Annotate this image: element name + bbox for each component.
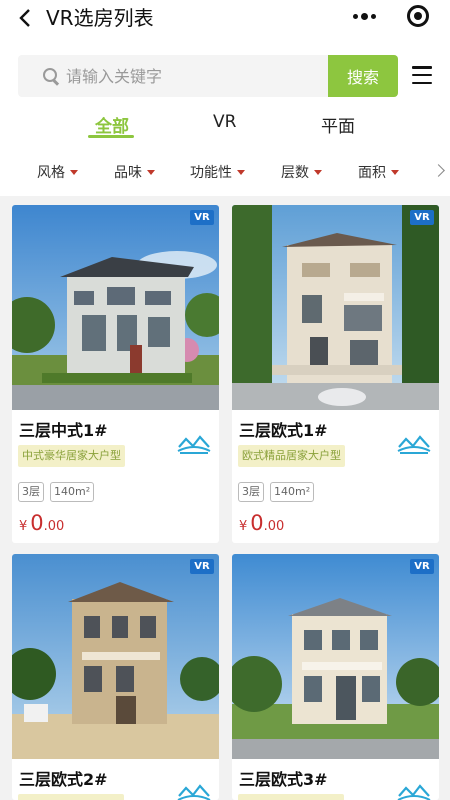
house-image: VR	[232, 205, 439, 410]
back-button[interactable]	[14, 6, 36, 30]
filter-area[interactable]: 面积	[358, 162, 399, 182]
more-button[interactable]	[342, 0, 386, 32]
tab-vr[interactable]: VR	[213, 112, 236, 132]
price-decimal: .00	[263, 519, 285, 534]
vr-badge: VR	[410, 559, 434, 574]
filter-label: 品味	[114, 165, 142, 181]
hamburger-icon	[412, 66, 432, 69]
house-card[interactable]: VR 三层欧式3#	[232, 554, 439, 800]
page-title: VR选房列表	[46, 6, 154, 30]
filter-bar: 风格 品味 功能性 层数 面积	[0, 162, 450, 186]
menu-button[interactable]	[412, 66, 432, 84]
price-decimal: .00	[43, 519, 65, 534]
area-chip: 140m²	[270, 482, 315, 502]
search-input[interactable]	[66, 66, 306, 86]
vr-badge: VR	[410, 210, 434, 225]
price-integer: 0	[250, 511, 264, 535]
brand-logo-icon	[397, 784, 431, 800]
house-card[interactable]: VR 三层中式1# 中式豪华居家大户型 3层 140m² ¥ 0 .00	[12, 205, 219, 543]
vr-badge: VR	[190, 210, 214, 225]
caret-down-icon	[391, 169, 399, 175]
caret-down-icon	[314, 169, 322, 175]
search-icon	[42, 67, 60, 85]
filter-style[interactable]: 风格	[37, 162, 78, 182]
brand-logo-icon	[177, 784, 211, 800]
filter-label: 风格	[37, 165, 65, 181]
filter-function[interactable]: 功能性	[190, 162, 245, 182]
caret-down-icon	[237, 169, 245, 175]
caret-down-icon	[70, 169, 78, 175]
house-image: VR	[12, 554, 219, 759]
filter-taste[interactable]: 品味	[114, 162, 155, 182]
house-title: 三层欧式2#	[19, 770, 108, 789]
search-bar: 搜索	[18, 55, 398, 97]
house-style-tag: 欧式精品居家大户型	[238, 445, 345, 467]
house-image: VR	[12, 205, 219, 410]
caret-down-icon	[147, 169, 155, 175]
area-chip: 140m²	[50, 482, 95, 502]
price: ¥ 0 .00	[239, 511, 284, 535]
chevron-left-icon	[19, 9, 30, 27]
capsule-menu	[342, 0, 440, 32]
tab-all[interactable]: 全部	[95, 112, 129, 137]
filter-label: 功能性	[190, 165, 232, 181]
house-style-tag	[238, 794, 344, 800]
brand-logo-icon	[177, 435, 211, 454]
house-title: 三层中式1#	[19, 421, 108, 440]
house-style-tag	[18, 794, 124, 800]
tab-plan[interactable]: 平面	[321, 112, 355, 137]
filter-floors[interactable]: 层数	[281, 162, 322, 182]
house-card[interactable]: VR 三层欧式1# 欧式精品居家大户型 3层 140m² ¥ 0 .00	[232, 205, 439, 543]
house-title: 三层欧式3#	[239, 770, 328, 789]
brand-logo-icon	[397, 435, 431, 454]
nav-bar: VR选房列表	[0, 0, 450, 36]
filter-label: 面积	[358, 165, 386, 181]
filter-label: 层数	[281, 165, 309, 181]
house-image: VR	[232, 554, 439, 759]
price-integer: 0	[30, 511, 44, 535]
close-miniprogram-button[interactable]	[396, 0, 440, 32]
search-button[interactable]: 搜索	[328, 55, 398, 97]
search-field[interactable]	[18, 55, 328, 97]
house-title: 三层欧式1#	[239, 421, 328, 440]
house-style-tag: 中式豪华居家大户型	[18, 445, 125, 467]
more-dots-icon	[352, 12, 376, 20]
price-currency: ¥	[239, 519, 248, 534]
price-currency: ¥	[19, 519, 28, 534]
tab-bar: 全部 VR 平面	[0, 112, 450, 142]
vr-badge: VR	[190, 559, 214, 574]
target-icon	[407, 5, 429, 27]
tab-active-underline	[88, 135, 134, 138]
floors-chip: 3层	[238, 482, 264, 502]
floors-chip: 3层	[18, 482, 44, 502]
house-card[interactable]: VR 三层欧式2#	[12, 554, 219, 800]
price: ¥ 0 .00	[19, 511, 64, 535]
